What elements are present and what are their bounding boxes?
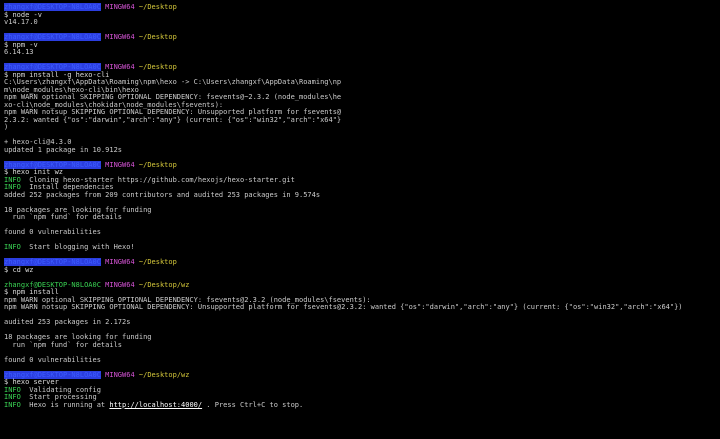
current-dir: ~/Desktop/wz (138, 370, 190, 379)
current-dir: ~/Desktop (138, 160, 177, 169)
output-line: 2.3.2: wanted {"os":"darwin","arch":"any… (4, 115, 342, 124)
current-dir: ~/Desktop (138, 3, 177, 11)
shell-env: MINGW64 (105, 370, 135, 379)
output-line: run `npm fund` for details (4, 213, 123, 221)
current-dir: ~/Desktop (138, 63, 177, 71)
current-dir: ~/Desktop (138, 258, 177, 266)
server-url-link[interactable]: http://localhost:4000/ (109, 401, 202, 409)
info-text: Hexo is running at (20, 400, 110, 409)
current-dir: ~/Desktop (138, 33, 177, 41)
info-line: INFO Hexo is running at http://localhost… (4, 400, 720, 410)
prompt-line: zhangxf@DESKTOP-N8LOA0C MINGW64 ~/Deskto… (4, 33, 720, 42)
command-line: $ npm -v (4, 41, 720, 50)
info-text: Install dependencies (20, 183, 114, 191)
terminal-window[interactable]: zhangxf@DESKTOP-N8LOA0C MINGW64 ~/Deskto… (0, 0, 720, 439)
command-text: npm install (12, 288, 59, 296)
output-line: audited 253 packages in 2.172s (4, 318, 131, 326)
output-line: ) (4, 123, 9, 131)
info-tag: INFO (4, 243, 21, 251)
current-dir: ~/Desktop/wz (138, 280, 190, 289)
output-line: updated 1 package in 10.912s (4, 145, 123, 154)
shell-env: MINGW64 (105, 160, 135, 169)
info-tag: INFO (4, 183, 21, 191)
prompt-symbol: $ (4, 288, 9, 296)
command-line: $ hexo server (4, 378, 720, 387)
output-line: found 0 vulnerabilities (4, 228, 101, 236)
prompt-symbol: $ (4, 265, 9, 274)
output-line: found 0 vulnerabilities (4, 355, 101, 364)
command-text: cd wz (12, 265, 34, 274)
shell-env: MINGW64 (105, 63, 135, 71)
shell-env: MINGW64 (105, 33, 135, 41)
prompt-line: zhangxf@DESKTOP-N8LOA0C MINGW64 ~/Deskto… (4, 63, 720, 72)
shell-env: MINGW64 (105, 280, 135, 289)
info-text: Start blogging with Hexo! (20, 243, 135, 251)
info-line: INFO Validating config (4, 386, 720, 395)
prompt-line: zhangxf@DESKTOP-N8LOA0C MINGW64 ~/Deskto… (4, 280, 720, 290)
output-line: run `npm fund` for details (4, 340, 123, 349)
prompt-line: zhangxf@DESKTOP-N8LOA0C MINGW64 ~/Deskto… (4, 258, 720, 267)
prompt-line: zhangxf@DESKTOP-N8LOA0C MINGW64 ~/Deskto… (4, 3, 720, 12)
shell-env: MINGW64 (105, 3, 135, 11)
server-tail-text: . Press Ctrl+C to stop. (202, 400, 304, 409)
output-line: npm WARN notsup SKIPPING OPTIONAL DEPEND… (4, 303, 683, 311)
prompt-line: zhangxf@DESKTOP-N8LOA0C MINGW64 ~/Deskto… (4, 160, 720, 170)
output-line: added 252 packages from 209 contributors… (4, 190, 321, 199)
output-line: 6.14.13 (4, 48, 34, 56)
shell-env: MINGW64 (105, 258, 135, 266)
output-line: v14.17.0 (4, 18, 38, 26)
command-line: $ node -v (4, 11, 720, 20)
command-line: $ cd wz (4, 265, 720, 275)
info-tag: INFO (4, 400, 21, 409)
prompt-line: zhangxf@DESKTOP-N8LOA0C MINGW64 ~/Deskto… (4, 370, 720, 380)
info-line: INFO Start blogging with Hexo! (4, 243, 720, 252)
